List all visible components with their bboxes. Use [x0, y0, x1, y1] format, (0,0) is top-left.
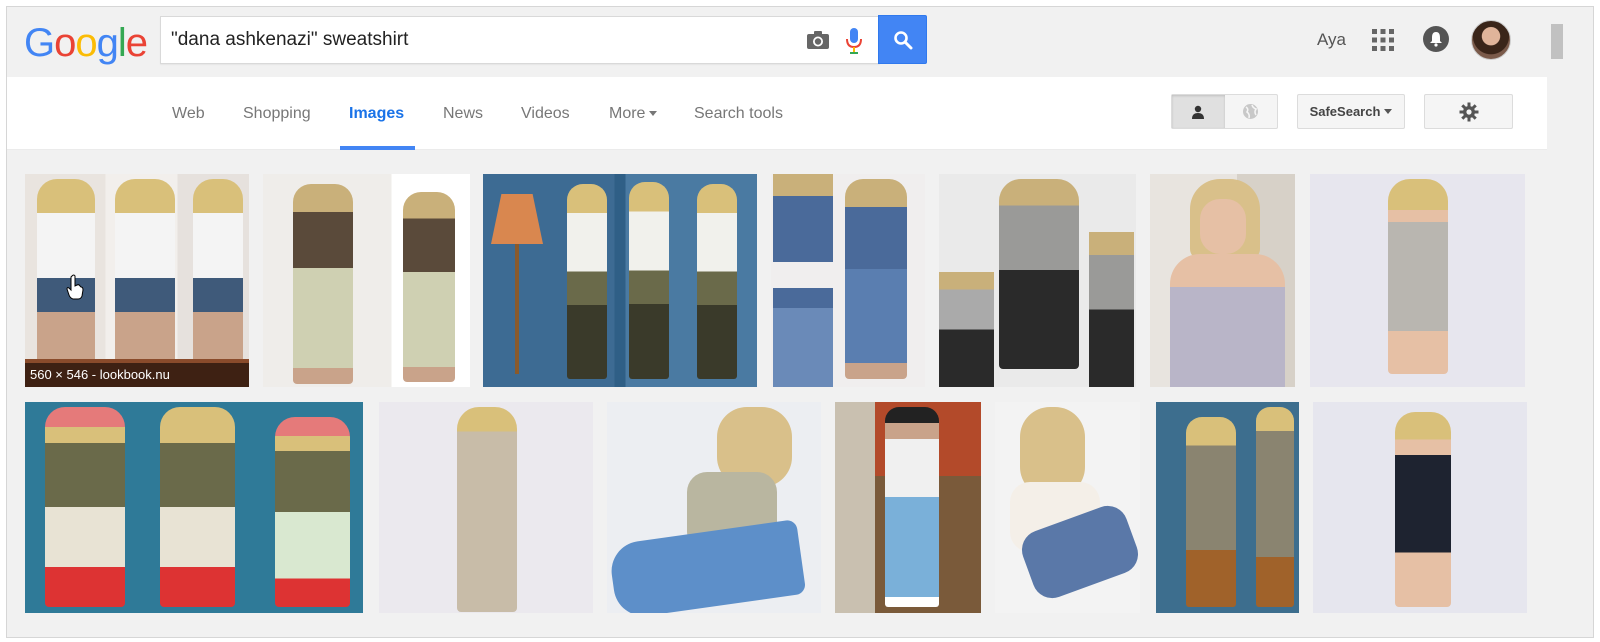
logo-letter: o — [54, 21, 76, 65]
notifications-bell-icon[interactable] — [1423, 26, 1449, 52]
image-result[interactable] — [607, 402, 821, 613]
caret-down-icon — [649, 111, 658, 117]
image-result[interactable] — [835, 402, 981, 613]
logo-letter: o — [75, 21, 97, 65]
image-results-grid: 560 × 546 - lookbook.nu — [7, 151, 1547, 637]
global-results-button[interactable] — [1225, 95, 1278, 128]
image-result[interactable] — [995, 402, 1140, 613]
image-result[interactable]: 560 × 546 - lookbook.nu — [25, 174, 249, 387]
apps-grid-icon[interactable] — [1372, 29, 1394, 51]
active-tab-indicator — [340, 146, 415, 150]
logo-letter: e — [125, 21, 148, 65]
search-input[interactable] — [171, 25, 791, 55]
person-icon — [1192, 105, 1205, 119]
browser-window: Google Aya — [6, 6, 1594, 638]
avatar[interactable] — [1471, 20, 1511, 60]
image-result[interactable] — [771, 174, 925, 387]
search-button[interactable] — [878, 15, 927, 64]
settings-button[interactable] — [1424, 94, 1513, 129]
scrollbar-thumb[interactable] — [1551, 24, 1563, 59]
globe-icon — [1243, 104, 1259, 119]
tab-more[interactable]: More — [609, 105, 658, 123]
tab-web[interactable]: Web — [172, 105, 205, 123]
image-result[interactable] — [25, 402, 363, 613]
hand-cursor-icon — [66, 274, 84, 300]
logo-letter: g — [96, 21, 119, 65]
search-box — [160, 16, 880, 64]
image-result[interactable] — [939, 174, 1136, 387]
tab-videos[interactable]: Videos — [521, 105, 570, 123]
tab-more-label: More — [609, 105, 646, 122]
personal-results-button[interactable] — [1172, 95, 1225, 128]
tab-images[interactable]: Images — [349, 105, 404, 123]
logo-letter: G — [24, 21, 55, 65]
gear-icon — [1459, 102, 1478, 121]
image-result[interactable] — [1310, 174, 1525, 387]
google-logo[interactable]: Google — [24, 21, 148, 65]
microphone-icon[interactable] — [844, 27, 864, 55]
camera-icon[interactable] — [806, 30, 830, 50]
tab-news[interactable]: News — [443, 105, 483, 123]
header: Google Aya — [7, 7, 1547, 77]
tab-search-tools[interactable]: Search tools — [694, 105, 783, 123]
safesearch-dropdown[interactable]: SafeSearch — [1297, 94, 1405, 129]
tab-bar: Web Shopping Images News Videos More Sea… — [7, 77, 1547, 150]
user-name[interactable]: Aya — [1317, 30, 1346, 50]
tab-shopping[interactable]: Shopping — [243, 105, 311, 123]
image-result[interactable] — [1150, 174, 1295, 387]
image-result[interactable] — [1313, 402, 1527, 613]
image-result[interactable] — [1156, 402, 1299, 613]
logo-letter: l — [117, 21, 127, 65]
personal-results-toggle — [1171, 94, 1278, 129]
image-result[interactable] — [483, 174, 757, 387]
caret-down-icon — [1384, 109, 1393, 114]
image-result[interactable] — [379, 402, 593, 613]
image-result[interactable] — [263, 174, 470, 387]
image-hover-caption: 560 × 546 - lookbook.nu — [25, 363, 249, 387]
safesearch-label: SafeSearch — [1309, 104, 1381, 119]
bell-icon — [1430, 32, 1442, 47]
scrollbar[interactable] — [1548, 7, 1593, 637]
search-icon — [893, 30, 912, 49]
